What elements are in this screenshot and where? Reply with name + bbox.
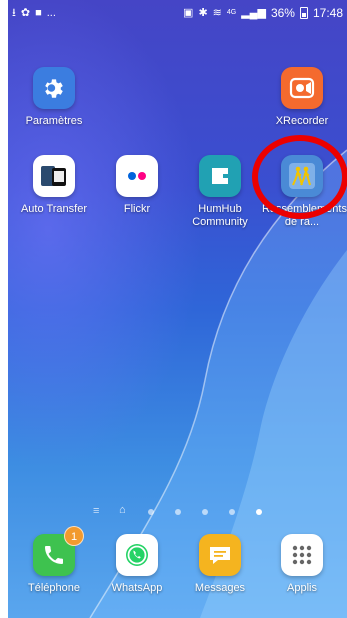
accessibility-icon: ✿ [20, 7, 31, 19]
app-label: Flickr [123, 203, 151, 215]
clock: 17:48 [312, 6, 343, 20]
status-bar: ⭳ ✿ ■ ... ▣ ✱ ≋ 4G ▂▄▆ 36% 17:48 [8, 0, 347, 28]
phone-transfer-icon [33, 155, 75, 197]
app-label: Applis [287, 582, 317, 594]
app-parametres[interactable]: Paramètres [14, 67, 94, 128]
humhub-icon [199, 155, 241, 197]
wifi-icon: ≋ [212, 7, 222, 19]
whatsapp-icon [116, 534, 158, 576]
apps-grid-icon [281, 534, 323, 576]
page-dot-active[interactable] [256, 509, 262, 515]
app-label: WhatsApp [111, 582, 163, 594]
battery-icon [299, 7, 308, 19]
app-label: XRecorder [275, 115, 329, 127]
signal-icon: ▂▄▆ [241, 7, 266, 19]
messages-icon [199, 534, 241, 576]
more-icon: ... [46, 7, 56, 19]
network-type: 4G [226, 9, 237, 16]
menu-lines-icon: ≡ [93, 505, 100, 517]
flickr-icon [116, 155, 158, 197]
page-dot[interactable] [148, 509, 154, 515]
download-icon: ⭳ [12, 7, 16, 19]
app-auto-transfer[interactable]: Auto Transfer [14, 155, 94, 216]
video-recorder-icon [281, 67, 323, 109]
app-label: Auto Transfer [20, 203, 88, 215]
home-screen: ⭳ ✿ ■ ... ▣ ✱ ≋ 4G ▂▄▆ 36% 17:48 Paramèt… [0, 0, 347, 618]
dock-applis[interactable]: Applis [262, 534, 342, 595]
page-indicator[interactable]: ≡ ⌂ [90, 504, 270, 518]
app-xrecorder[interactable]: XRecorder [262, 67, 342, 128]
bluetooth-icon: ✱ [198, 7, 208, 19]
app-label: Paramètres [25, 115, 83, 127]
app-flickr[interactable]: Flickr [97, 155, 177, 216]
app-humhub[interactable]: HumHub Community [180, 155, 260, 229]
page-dot[interactable] [175, 509, 181, 515]
app-label: Messages [194, 582, 246, 594]
battery-percent: 36% [270, 6, 295, 20]
home-page-icon: ⌂ [119, 504, 126, 516]
page-dot[interactable] [202, 509, 208, 515]
app-label: Téléphone [28, 582, 80, 594]
cast-icon: ▣ [183, 7, 194, 19]
gear-icon [33, 67, 75, 109]
highlight-circle [252, 135, 347, 219]
notification-badge: 1 [64, 526, 84, 546]
dock-whatsapp[interactable]: WhatsApp [97, 534, 177, 595]
dock-telephone[interactable]: 1 Téléphone [14, 526, 94, 595]
page-dot[interactable] [229, 509, 235, 515]
dock-messages[interactable]: Messages [180, 534, 260, 595]
app-label: HumHub Community [192, 203, 248, 228]
video-icon: ■ [35, 7, 42, 19]
